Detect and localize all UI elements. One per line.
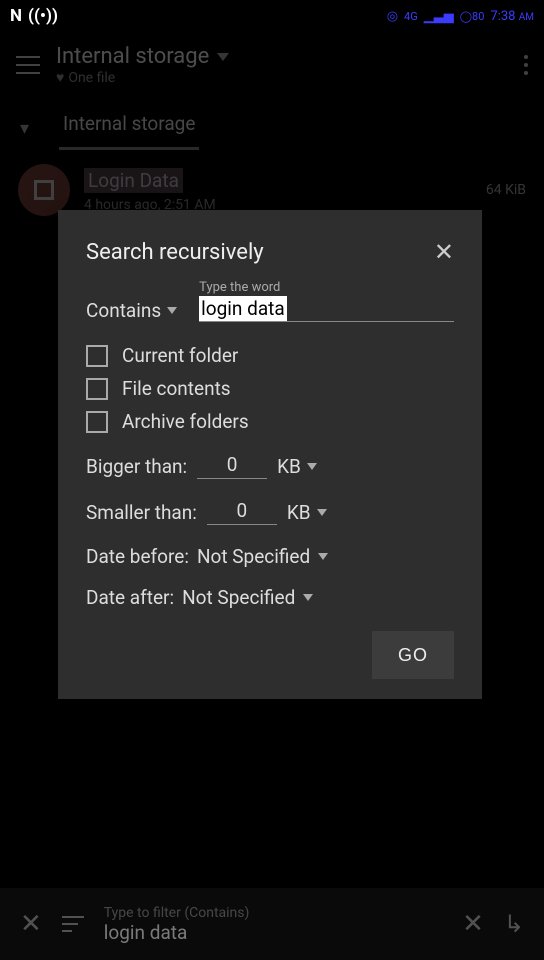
check-label: Current folder	[122, 344, 238, 367]
bigger-than-label: Bigger than:	[86, 455, 187, 478]
chevron-down-icon	[167, 307, 177, 314]
chevron-down-icon	[307, 463, 317, 470]
filter-type-icon[interactable]	[62, 916, 84, 932]
smaller-than-label: Smaller than:	[86, 501, 197, 524]
clear-icon[interactable]: ✕	[462, 909, 484, 939]
search-dialog: Search recursively ✕ Contains Type the w…	[58, 210, 482, 699]
breadcrumb[interactable]: Internal storage	[59, 106, 199, 150]
date-before-label: Date before:	[86, 545, 189, 568]
file-size: 64 KiB	[486, 182, 526, 198]
check-label: Archive folders	[122, 410, 249, 433]
status-bar: N ((•)) ◎ 4G ▁▃▅ ◯80 7:38 AM	[0, 0, 544, 32]
date-before-value: Not Specified	[197, 545, 310, 568]
filter-value: login data	[104, 921, 442, 944]
heart-icon: ♥	[56, 69, 64, 86]
check-archive-folders[interactable]: Archive folders	[86, 410, 454, 433]
filter-input[interactable]: Type to filter (Contains) login data	[104, 905, 442, 944]
checkbox-icon	[86, 411, 108, 433]
date-before-dropdown[interactable]: Not Specified	[197, 545, 328, 568]
overflow-icon[interactable]	[524, 55, 528, 75]
check-current-folder[interactable]: Current folder	[86, 344, 454, 367]
close-icon[interactable]: ✕	[434, 238, 454, 266]
clock-ampm: AM	[519, 12, 534, 23]
date-after-dropdown[interactable]: Not Specified	[182, 586, 313, 609]
menu-icon[interactable]	[16, 56, 40, 74]
unit-label: KB	[277, 455, 301, 478]
submit-icon[interactable]: ↳	[504, 910, 524, 938]
smaller-than-unit-dropdown[interactable]: KB	[287, 501, 327, 524]
file-name: Login Data	[84, 168, 183, 193]
search-value: login data	[199, 296, 287, 322]
chevron-down-icon	[318, 553, 328, 560]
page-title: Internal storage	[56, 44, 209, 69]
chevron-down-icon	[317, 509, 327, 516]
broadcast-icon: ((•))	[28, 6, 58, 26]
status-letter: N	[10, 6, 22, 26]
battery-value: 80	[472, 10, 484, 23]
file-icon	[18, 164, 70, 216]
unit-label: KB	[287, 501, 311, 524]
page-subtitle: One file	[68, 70, 115, 86]
dialog-title: Search recursively	[86, 240, 264, 265]
go-button[interactable]: GO	[372, 631, 454, 679]
chevron-down-icon[interactable]: ▾	[20, 118, 29, 139]
hotspot-icon: ◎	[387, 9, 398, 24]
chevron-down-icon	[303, 594, 313, 601]
signal-icon: ▁▃▅	[424, 9, 454, 24]
filter-bar: ✕ Type to filter (Contains) login data ✕…	[0, 888, 544, 960]
match-mode-label: Contains	[86, 299, 161, 322]
bigger-than-unit-dropdown[interactable]: KB	[277, 455, 317, 478]
checkbox-icon	[86, 378, 108, 400]
match-mode-dropdown[interactable]: Contains	[86, 299, 177, 322]
date-after-label: Date after:	[86, 586, 174, 609]
checkbox-icon	[86, 345, 108, 367]
network-type: 4G	[404, 10, 418, 23]
smaller-than-input[interactable]: 0	[207, 499, 277, 525]
close-icon[interactable]: ✕	[20, 909, 42, 939]
chevron-down-icon[interactable]	[217, 53, 229, 61]
input-floating-label: Type the word	[199, 280, 280, 295]
filter-hint: Type to filter (Contains)	[104, 905, 442, 921]
check-file-contents[interactable]: File contents	[86, 377, 454, 400]
date-after-value: Not Specified	[182, 586, 295, 609]
clock-time: 7:38	[490, 9, 515, 24]
check-label: File contents	[122, 377, 231, 400]
bigger-than-input[interactable]: 0	[197, 453, 267, 479]
search-input[interactable]: Type the word login data	[199, 296, 454, 322]
